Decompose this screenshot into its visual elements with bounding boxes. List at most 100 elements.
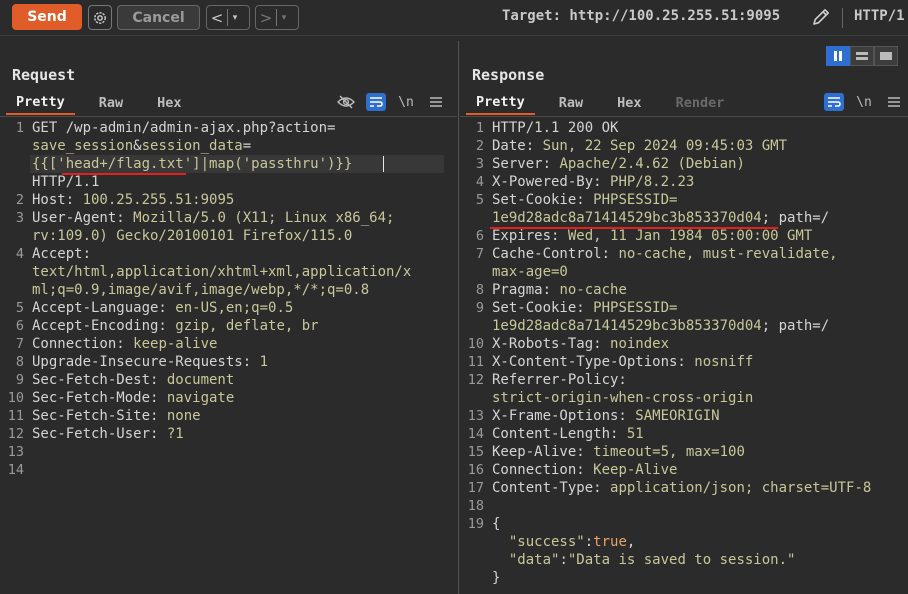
code-token: X-Powered-By: (492, 174, 611, 190)
line-number: 17 (467, 480, 484, 496)
code-token: : (584, 534, 594, 550)
code-token: session_data (141, 138, 243, 154)
menu-icon[interactable] (426, 93, 446, 111)
line-number: 2 (15, 192, 24, 208)
code-token: User-Agent: (32, 210, 134, 226)
line-number: 1 (475, 120, 484, 136)
pencil-icon[interactable] (810, 6, 832, 28)
line-number: 10 (7, 390, 24, 406)
code-line: max-age=0 (492, 263, 568, 281)
cancel-button[interactable]: Cancel (117, 5, 200, 30)
code-token: } (492, 570, 501, 586)
code-token: 51 (626, 426, 644, 442)
code-line: "success":true, (492, 533, 635, 551)
newline-toggle[interactable]: \n (396, 93, 416, 111)
code-token: Upgrade-Insecure-Requests: (32, 354, 260, 370)
code-token: SAMEORIGIN (635, 408, 720, 424)
split-columns-icon[interactable] (826, 46, 850, 66)
code-token: Connection: (492, 462, 594, 478)
panel-title: Response (472, 66, 545, 84)
code-token: Keep-Alive (593, 462, 678, 478)
code-line: 1e9d28adc8a71414529bc3b853370d04; path=/ (492, 209, 829, 227)
single-pane-icon[interactable] (874, 46, 898, 66)
tab-raw[interactable]: Raw (89, 91, 133, 115)
tab-hex[interactable]: Hex (607, 91, 651, 115)
wrap-lines-icon[interactable] (824, 93, 844, 111)
code-line: Connection: keep-alive (32, 335, 217, 353)
back-nav-button[interactable]: < ▾ (206, 5, 250, 30)
tab-hex[interactable]: Hex (147, 91, 191, 115)
wrap-lines-icon[interactable] (366, 93, 386, 111)
forward-nav-button[interactable]: > ▾ (255, 5, 299, 30)
code-token: Content-Length: (492, 426, 627, 442)
code-token: timeout=5, max=100 (593, 444, 745, 460)
code-token: document (166, 372, 235, 388)
line-number: 1 (15, 120, 24, 136)
code-token: Set-Cookie: (492, 300, 594, 316)
code-token: Sec-Fetch-User: (32, 426, 167, 442)
split-rows-icon[interactable] (850, 46, 874, 66)
code-token: HTTP/1.1 (32, 174, 100, 190)
line-number: 9 (475, 300, 484, 316)
tab-raw[interactable]: Raw (549, 91, 593, 115)
code-token: HTTP/1.1 200 OK (492, 120, 619, 136)
code-token: "data" (492, 552, 560, 568)
code-line: { (492, 515, 500, 533)
chevron-down-icon[interactable]: ▾ (228, 13, 242, 23)
code-token: {{['head+/flag.txt']|map('passthru')}} (32, 156, 353, 172)
settings-button[interactable] (88, 5, 112, 30)
chevron-down-icon[interactable]: ▾ (277, 13, 291, 23)
code-token: save_session (32, 138, 134, 154)
code-token: PHPSESSID= (593, 192, 678, 208)
code-token: Server: (492, 156, 560, 172)
code-token: ml;q=0.9,image/avif,image/webp,*/*;q=0.8 (32, 282, 370, 298)
send-button[interactable]: Send (12, 4, 82, 30)
http-version-label[interactable]: HTTP/1 (854, 8, 905, 24)
line-number: 13 (467, 408, 484, 424)
code-token: Apache/2.4.62 (Debian) (559, 156, 745, 172)
tab-pretty[interactable]: Pretty (6, 91, 75, 115)
request-panel: Request Pretty Raw Hex \n 1 GET /wp-admin… (0, 41, 457, 594)
code-line: Set-Cookie: PHPSESSID= (492, 191, 677, 209)
code-token: X-Content-Type-Options: (492, 354, 695, 370)
code-token: : (559, 552, 568, 568)
panel-title: Request (12, 66, 76, 84)
code-token: gzip, deflate, br (175, 318, 319, 334)
code-token: max-age=0 (492, 264, 568, 280)
code-line: Accept-Encoding: gzip, deflate, br (32, 317, 319, 335)
tab-pretty[interactable]: Pretty (466, 91, 535, 115)
code-line: Expires: Wed, 11 Jan 1984 05:00:00 GMT (492, 227, 812, 245)
code-line: Cache-Control: no-cache, must-revalidate… (492, 245, 838, 263)
tab-render[interactable]: Render (666, 91, 735, 115)
line-number: 6 (475, 228, 484, 244)
code-token: Expires: (492, 228, 568, 244)
code-token: strict-origin-when-cross-origin (492, 390, 754, 406)
tab-underline (0, 116, 457, 117)
code-token: no-cache, must-revalidate, (618, 246, 838, 262)
code-token: X-Robots-Tag: (492, 336, 611, 352)
newline-toggle[interactable]: \n (854, 93, 874, 111)
code-token: Keep-Alive: (492, 444, 594, 460)
code-line: HTTP/1.1 200 OK (492, 119, 618, 137)
panel-divider[interactable] (458, 41, 459, 594)
line-number: 18 (467, 498, 484, 514)
code-line: X-Content-Type-Options: nosniff (492, 353, 753, 371)
code-line: X-Powered-By: PHP/8.2.23 (492, 173, 694, 191)
text-caret (383, 156, 384, 172)
code-token: Referrer-Policy: (492, 372, 627, 388)
eye-off-icon[interactable] (336, 93, 356, 111)
line-number: 9 (15, 372, 24, 388)
code-token: true (593, 534, 627, 550)
back-arrow-icon[interactable]: < (207, 9, 227, 27)
line-number: 6 (15, 318, 24, 334)
toolbar-divider (842, 8, 843, 28)
line-number: 2 (475, 138, 484, 154)
code-line: GET /wp-admin/admin-ajax.php?action= (32, 119, 335, 137)
forward-arrow-icon[interactable]: > (256, 9, 276, 27)
code-line: ml;q=0.9,image/avif,image/webp,*/*;q=0.8 (32, 281, 369, 299)
code-token: Connection: (32, 336, 134, 352)
code-line: Date: Sun, 22 Sep 2024 09:45:03 GMT (492, 137, 787, 155)
menu-icon[interactable] (884, 93, 904, 111)
line-number: 5 (475, 192, 484, 208)
code-token: "Data is saved to session." (567, 552, 796, 568)
